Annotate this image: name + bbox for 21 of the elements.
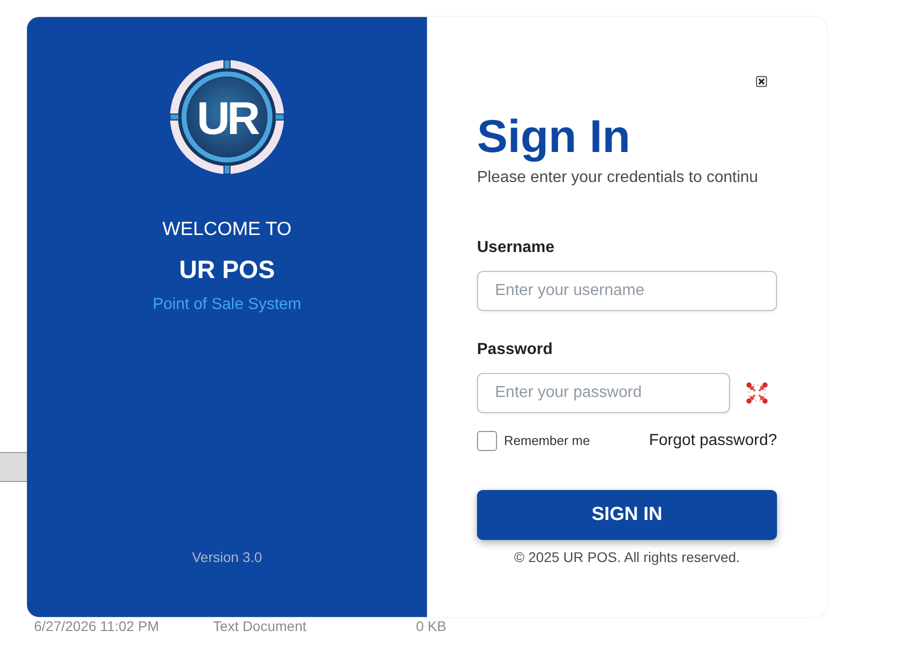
type-cell-text: Text Document xyxy=(213,618,308,635)
remember-checkbox[interactable] xyxy=(477,431,497,451)
sign-in-button[interactable]: SIGN IN xyxy=(477,490,777,540)
copyright-text: © 2025 UR POS. All rights reserved. xyxy=(513,548,741,566)
welcome-text: WELCOME TO xyxy=(162,219,292,241)
subtitle: Please enter your credentials to continu xyxy=(477,168,760,188)
logo: UR xyxy=(170,60,284,174)
app-name: UR POS xyxy=(179,255,275,285)
version-text: Version 3.0 xyxy=(192,548,262,566)
remember-label: Remember me xyxy=(504,433,590,449)
close-icon[interactable] xyxy=(756,76,767,87)
field-label: Password xyxy=(477,340,553,360)
sign-in-title: Sign In xyxy=(477,111,632,161)
forgot-password-link[interactable]: Forgot password? xyxy=(648,431,777,451)
corner-arrows-icon[interactable] xyxy=(746,382,768,404)
text-field[interactable]: Enter your username xyxy=(477,271,777,311)
field-label: Username xyxy=(477,238,554,258)
size-cell: 0 KB xyxy=(416,618,446,635)
tagline: Point of Sale System xyxy=(152,295,302,315)
date-cell-text: 6/27/2026 11:02 PM xyxy=(34,618,160,635)
password-field[interactable]: Enter your password xyxy=(477,373,730,413)
